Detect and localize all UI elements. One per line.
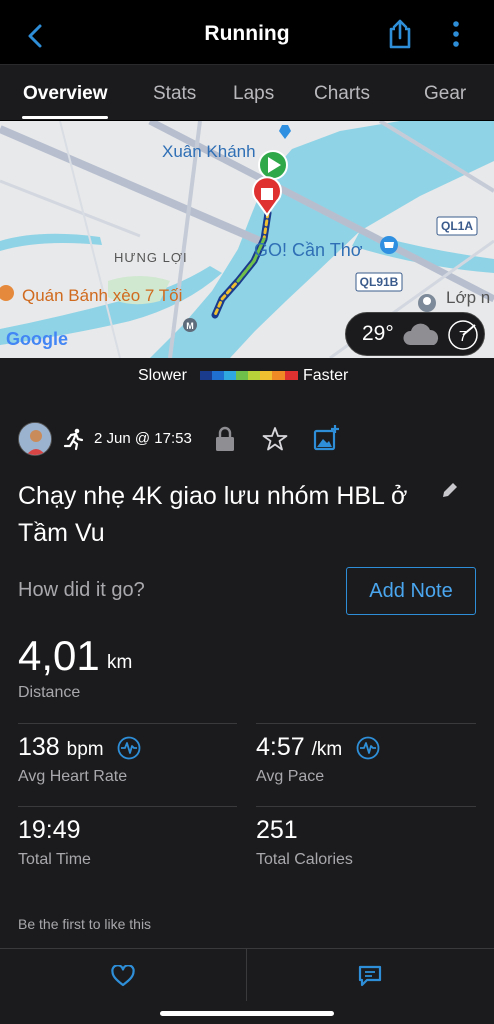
- pace-value: 4:57: [256, 733, 305, 761]
- divider: [256, 723, 476, 724]
- tab-stats[interactable]: Stats: [153, 83, 196, 105]
- activity-date: 2 Jun @ 17:53: [94, 430, 192, 447]
- add-note-button[interactable]: Add Note: [346, 567, 476, 615]
- likes-text: Be the first to like this: [18, 916, 152, 932]
- map-label-go-can-tho: GO! Cần Thơ: [254, 240, 363, 260]
- add-photo-icon[interactable]: [312, 424, 340, 452]
- svg-text:M: M: [186, 321, 194, 331]
- map-label-xuan-khanh: Xuân Khánh: [162, 142, 256, 161]
- weather-badge: 29° 7: [345, 312, 485, 356]
- heart-rate-stat: 138 bpm: [18, 733, 104, 762]
- total-time-label: Total Time: [18, 851, 91, 868]
- divider: [18, 806, 237, 807]
- map-label-ql1a: QL1A: [441, 219, 473, 233]
- tab-bar: Overview Stats Laps Charts Gear: [0, 64, 494, 120]
- legend-faster: Faster: [303, 367, 349, 384]
- active-tab-indicator: [22, 116, 108, 119]
- map-label-ql91b: QL91B: [360, 275, 399, 289]
- home-indicator: [160, 1011, 334, 1016]
- distance-value: 4,01: [18, 632, 100, 679]
- page-title: Running: [204, 22, 290, 45]
- share-icon[interactable]: [384, 18, 416, 50]
- pace-stat: 4:57 /km: [256, 733, 342, 762]
- divider: [246, 949, 247, 1001]
- divider: [256, 806, 476, 807]
- cloud-icon: [403, 323, 439, 345]
- pace-label: Avg Pace: [256, 768, 325, 785]
- calories-value: 251: [256, 816, 298, 844]
- tab-charts[interactable]: Charts: [314, 83, 370, 105]
- heart-rate-unit: bpm: [66, 739, 104, 760]
- distance-unit: km: [107, 652, 133, 673]
- wind-direction-icon: 7: [448, 320, 478, 350]
- pace-legend: Slower Faster: [0, 358, 494, 398]
- weather-temperature: 29°: [362, 322, 394, 345]
- pencil-icon[interactable]: [440, 480, 460, 500]
- star-icon[interactable]: [262, 426, 288, 452]
- activity-title: Chạy nhẹ 4K giao lưu nhóm HBL ở Tầm Vu: [18, 482, 408, 547]
- avatar[interactable]: [18, 422, 52, 456]
- heart-rate-chart-icon[interactable]: [117, 736, 141, 760]
- pace-chart-icon[interactable]: [356, 736, 380, 760]
- bottom-action-bar: [0, 948, 494, 1024]
- heart-rate-value: 138: [18, 733, 60, 761]
- distance-label: Distance: [18, 684, 81, 701]
- activity-overview: 2 Jun @ 17:53 Chạy nhẹ 4K giao lưu nhóm …: [0, 398, 494, 948]
- heart-icon[interactable]: [111, 965, 135, 987]
- tab-laps[interactable]: Laps: [233, 83, 274, 105]
- tab-gear[interactable]: Gear: [424, 83, 466, 105]
- comment-icon[interactable]: [358, 965, 382, 987]
- legend-slower: Slower: [138, 367, 187, 384]
- divider: [18, 723, 237, 724]
- total-time-value: 19:49: [18, 816, 81, 844]
- calories-label: Total Calories: [256, 851, 353, 868]
- map-label-lop: Lớp n: [446, 288, 490, 307]
- how-did-it-go-prompt: How did it go?: [18, 579, 145, 601]
- running-icon: [63, 428, 84, 451]
- tab-overview[interactable]: Overview: [23, 83, 108, 105]
- heart-rate-label: Avg Heart Rate: [18, 768, 128, 785]
- top-bar: Running: [0, 0, 494, 64]
- pace-unit: /km: [311, 739, 343, 760]
- lock-icon[interactable]: [214, 426, 236, 452]
- wind-speed: 7: [459, 328, 467, 345]
- pace-gradient-bar: [200, 371, 298, 380]
- google-logo: Google: [6, 329, 68, 349]
- more-vertical-icon[interactable]: [446, 18, 466, 50]
- map-label-hung-loi: HƯNG LỢI: [114, 250, 188, 265]
- map-label-quan-banh-xeo: Quán Bánh xèo 7 Tối: [22, 286, 182, 305]
